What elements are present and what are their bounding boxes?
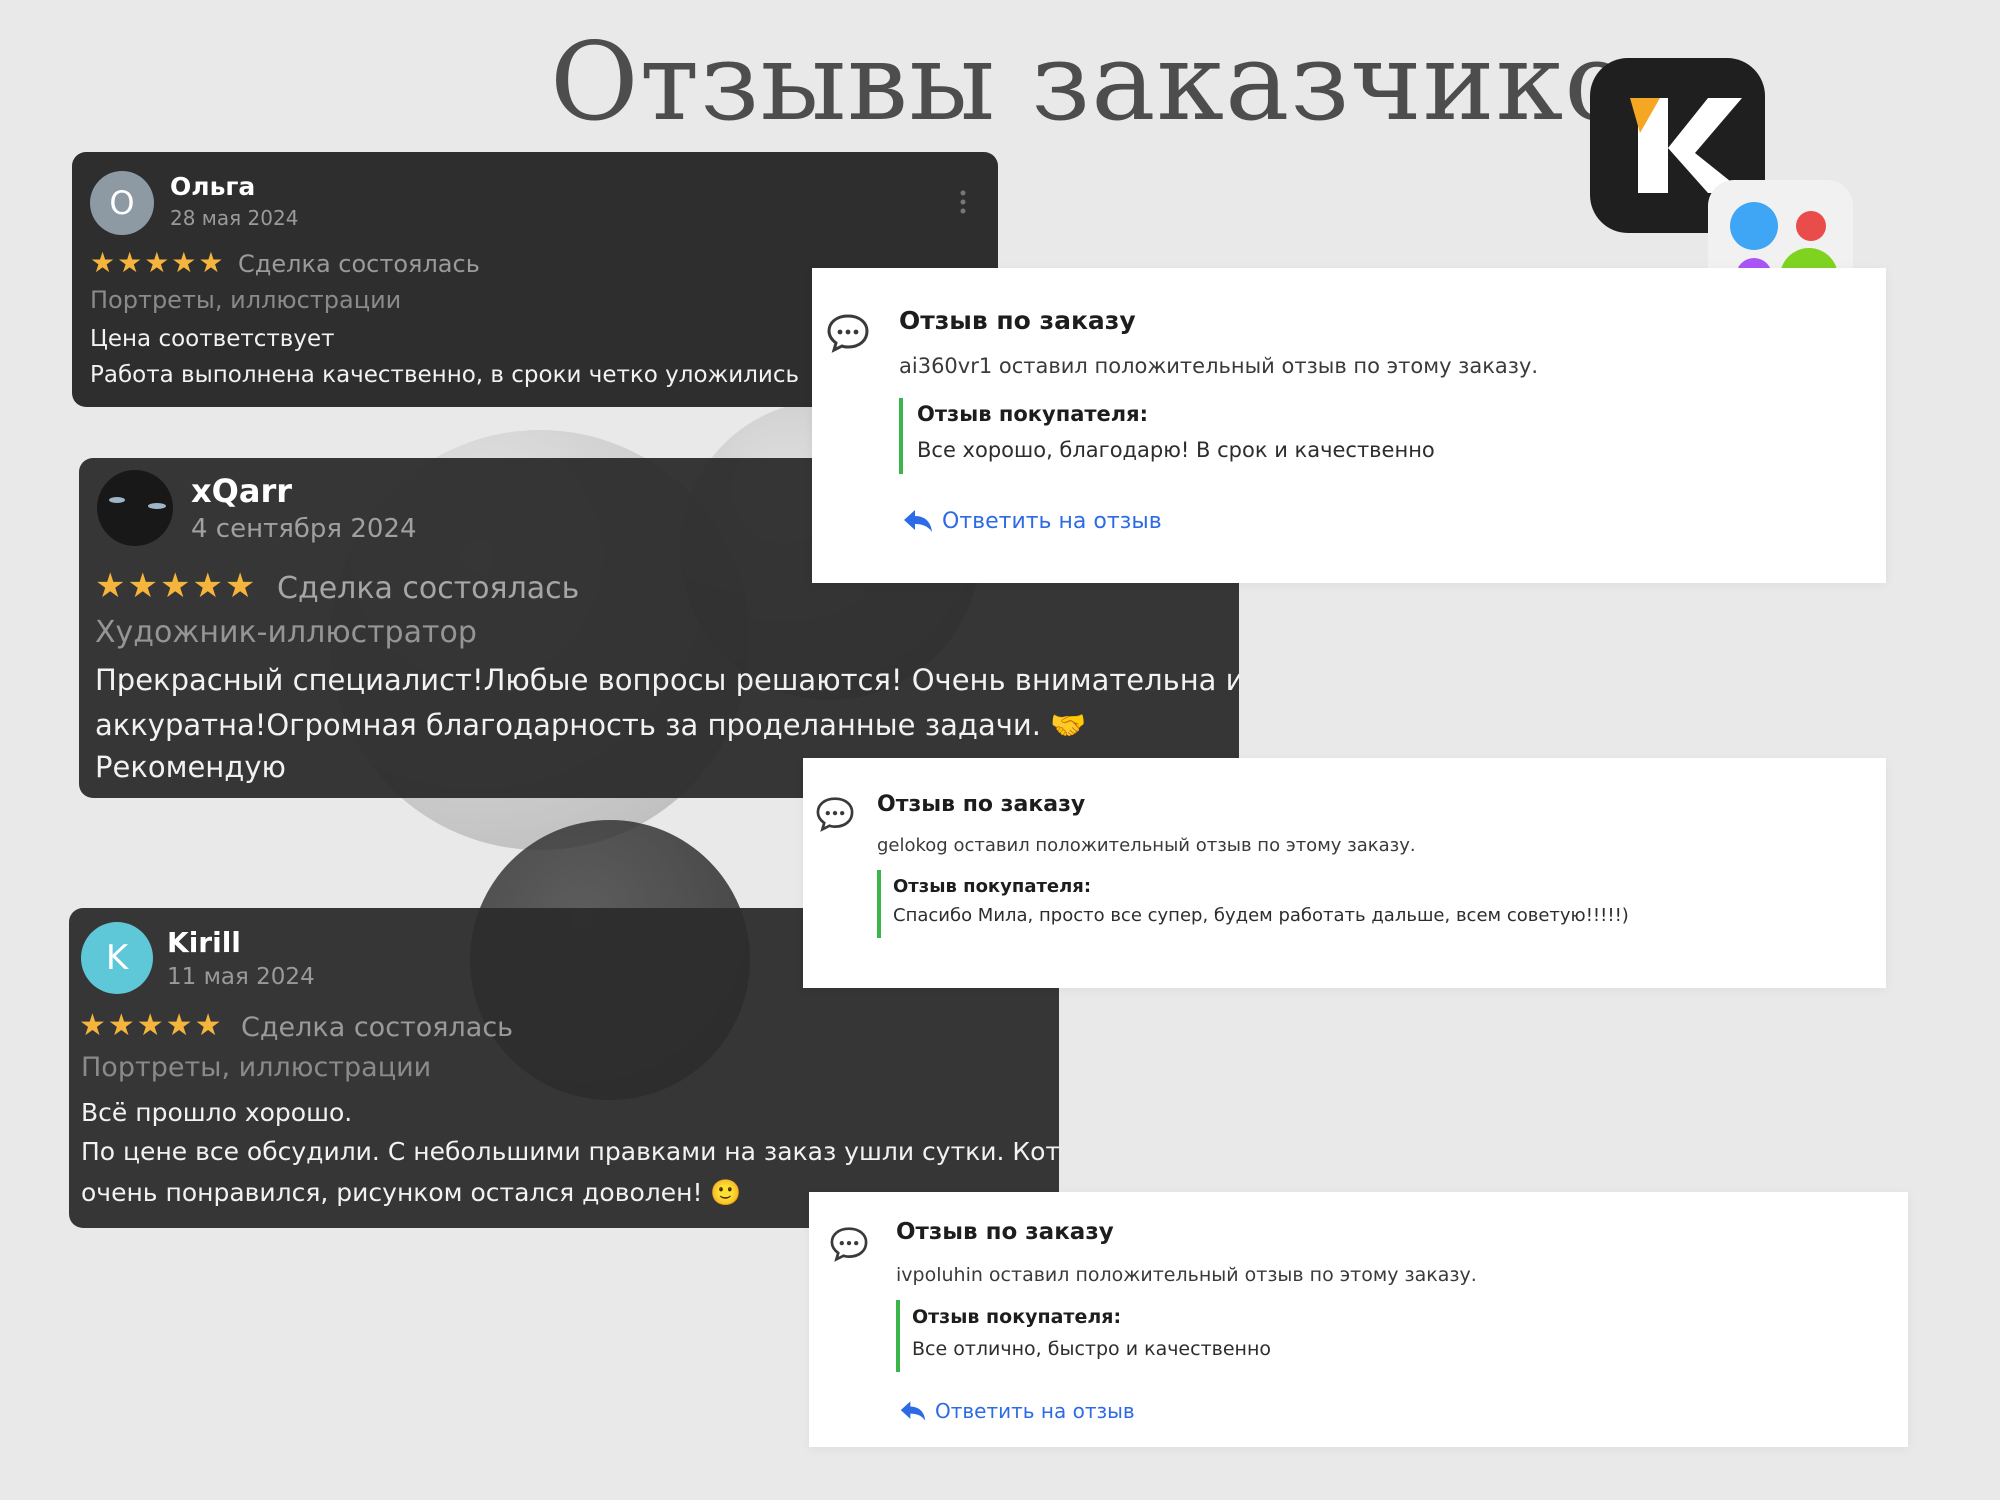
reply-to-review-link[interactable]: Ответить на отзыв [899,1399,1135,1423]
avatar [97,470,173,546]
reply-label: Ответить на отзыв [935,1399,1135,1423]
deal-status: Сделка состоялась [241,1012,514,1043]
notice-description: ivpoluhin оставил положительный отзыв по… [896,1264,1477,1286]
order-review-notice: Отзыв по заказу ivpoluhin оставил положи… [809,1192,1908,1447]
avatar: K [81,922,153,994]
reply-to-review-link[interactable]: Ответить на отзыв [902,508,1162,534]
quote-text: Все отлично, быстро и качественно [912,1338,1271,1360]
quote-label: Отзыв покупателя: [912,1306,1122,1328]
review-text-line: аккуратна!Огромная благодарность за прод… [95,708,1087,742]
deal-status: Сделка состоялась [277,571,580,606]
buyer-quote: Отзыв покупателя: Спасибо Мила, просто в… [877,870,1629,938]
chat-bubble-icon [826,313,870,357]
review-text-line: По цене все обсудили. С небольшими правк… [81,1137,1059,1166]
review-date: 28 мая 2024 [170,206,299,230]
reviewer-name[interactable]: Ольга [170,172,255,201]
more-options-icon[interactable] [960,190,966,218]
review-text-line: Работа выполнена качественно, в сроки че… [90,362,800,388]
review-text-line: Рекомендую [95,750,286,784]
reviewer-name[interactable]: Kirill [167,926,241,959]
rating-stars: ★★★★★ [95,566,258,606]
quote-text: Спасибо Мила, просто все супер, будем ра… [893,905,1629,926]
review-text-line: Цена соответствует [90,326,335,352]
logo-dot-blue [1730,202,1778,250]
review-category: Портреты, иллюстрации [81,1052,432,1083]
chat-bubble-icon [829,1226,869,1266]
quote-text: Все хорошо, благодарю! В срок и качестве… [917,438,1435,462]
review-text-line: Всё прошло хорошо. [81,1098,353,1127]
avatar-letter: K [105,938,129,978]
avatar-letter: О [109,184,135,222]
page-title: Отзывы заказчиков [550,20,1693,145]
notice-description: gelokog оставил положительный отзыв по э… [877,835,1416,856]
review-text-line: Прекрасный специалист!Любые вопросы реша… [95,663,1239,697]
review-category: Портреты, иллюстрации [90,286,402,314]
review-category: Художник-иллюстратор [95,615,477,650]
notice-title: Отзыв по заказу [896,1219,1114,1245]
quote-label: Отзыв покупателя: [917,402,1149,426]
rating-stars: ★★★★★ [90,246,226,279]
logo-dot-red [1796,211,1826,241]
buyer-quote: Отзыв покупателя: Все отлично, быстро и … [896,1300,1271,1372]
reviewer-name[interactable]: xQarr [191,472,292,510]
notice-description: ai360vr1 оставил положительный отзыв по … [899,354,1539,378]
rating-stars: ★★★★★ [79,1008,224,1043]
avatar: О [90,171,154,235]
notice-title: Отзыв по заказу [877,792,1086,817]
reply-arrow-icon [904,510,932,532]
quote-label: Отзыв покупателя: [893,876,1092,897]
avatar-image [109,497,166,509]
order-review-notice: Отзыв по заказу ai360vr1 оставил положит… [812,268,1886,583]
review-date: 11 мая 2024 [167,964,315,990]
buyer-quote: Отзыв покупателя: Все хорошо, благодарю!… [899,398,1435,474]
chat-bubble-icon [815,796,855,836]
review-text-line: очень понравился, рисунком остался довол… [81,1178,742,1207]
reply-arrow-icon [900,1401,926,1421]
notice-title: Отзыв по заказу [899,306,1136,335]
review-date: 4 сентября 2024 [191,514,417,544]
order-review-notice: Отзыв по заказу gelokog оставил положите… [803,758,1886,988]
deal-status: Сделка состоялась [238,250,480,278]
reply-label: Ответить на отзыв [942,508,1162,534]
